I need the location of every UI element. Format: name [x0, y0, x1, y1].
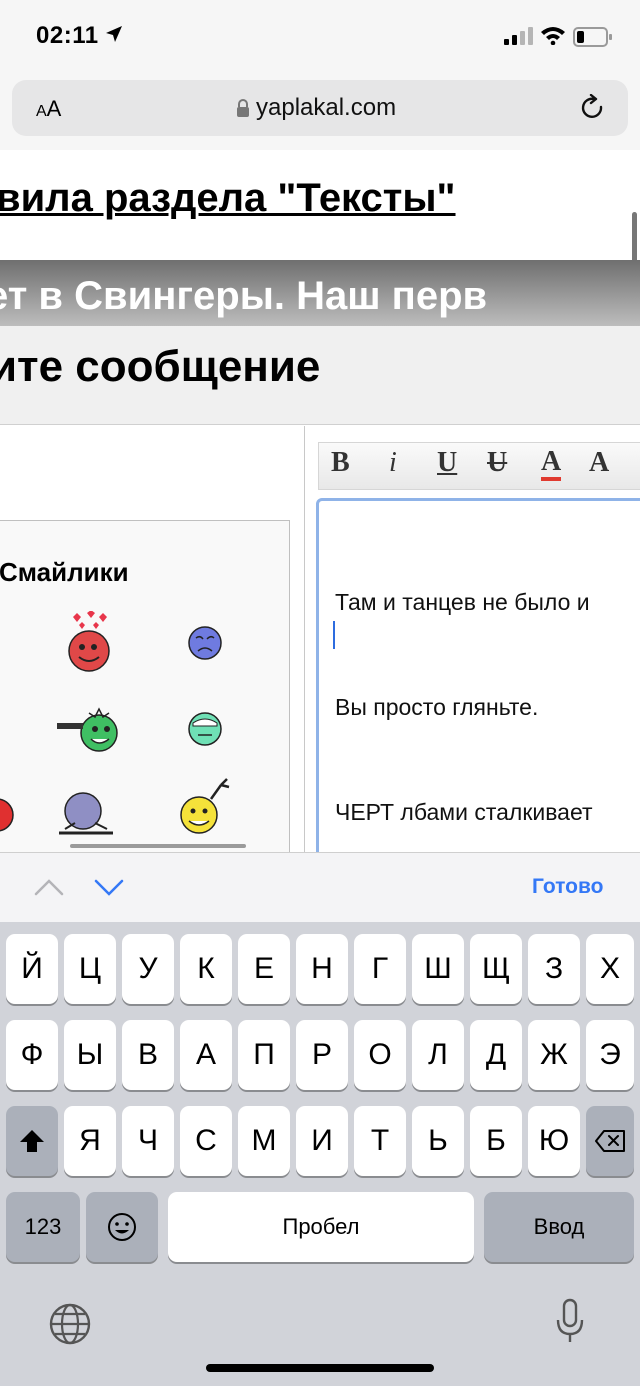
gun-smiley-icon[interactable]	[55, 707, 121, 753]
key[interactable]: И	[296, 1106, 348, 1176]
bold-button[interactable]: B	[331, 447, 350, 479]
cellular-signal-icon	[504, 27, 534, 45]
emoji-key[interactable]	[86, 1192, 158, 1262]
scroll-indicator	[632, 212, 637, 264]
web-page: вила раздела "Тексты" ет в Свингеры. Наш…	[0, 150, 640, 852]
key[interactable]: Ы	[64, 1020, 116, 1090]
key[interactable]: У	[122, 934, 174, 1004]
key[interactable]: А	[180, 1020, 232, 1090]
bowing-smiley-icon[interactable]	[55, 789, 117, 839]
shift-arrow-icon	[20, 1130, 44, 1152]
done-button[interactable]: Готово	[532, 875, 603, 899]
home-indicator	[206, 1364, 434, 1372]
key[interactable]: В	[122, 1020, 174, 1090]
key[interactable]: Р	[296, 1020, 348, 1090]
key[interactable]: Я	[64, 1106, 116, 1176]
globe-icon[interactable]	[48, 1302, 92, 1346]
text-color-button[interactable]: A	[541, 447, 562, 481]
horizontal-scroll-indicator	[70, 844, 246, 848]
key[interactable]: М	[238, 1106, 290, 1176]
message-textarea[interactable]: Там и танцев не было и Вы просто гляньте…	[316, 498, 640, 852]
key[interactable]: Й	[6, 934, 58, 1004]
next-field-chevron-down-icon[interactable]	[94, 877, 124, 897]
message-text[interactable]: Там и танцев не было и Вы просто гляньте…	[335, 515, 593, 852]
topic-title: ет в Свингеры. Наш перв	[0, 274, 488, 318]
key[interactable]: Л	[412, 1020, 464, 1090]
lock-icon	[237, 99, 249, 117]
key[interactable]: Щ	[470, 934, 522, 1004]
status-time: 02:11	[36, 22, 99, 49]
rocker-smiley-icon[interactable]	[175, 777, 233, 837]
wifi-icon	[541, 27, 565, 45]
key[interactable]: Х	[586, 934, 634, 1004]
key[interactable]: Ц	[64, 934, 116, 1004]
microphone-icon[interactable]	[554, 1298, 586, 1344]
aa-small-label: A	[36, 103, 47, 120]
backspace-key[interactable]	[586, 1106, 634, 1176]
reader-text-size-button[interactable]: AA	[36, 96, 61, 122]
reply-title: ите сообщение	[0, 342, 321, 391]
key[interactable]: Ш	[412, 934, 464, 1004]
teal-smiley-icon[interactable]	[187, 711, 223, 747]
key[interactable]: Ь	[412, 1106, 464, 1176]
strikethrough-button[interactable]: U	[487, 447, 507, 479]
red-smiley-partial-icon[interactable]	[0, 797, 15, 833]
numbers-key[interactable]: 123	[6, 1192, 80, 1262]
section-rules-link[interactable]: вила раздела "Тексты"	[0, 176, 456, 221]
keyboard-accessory-bar: Готово	[0, 852, 640, 923]
editor-toolbar: B i U U A A	[318, 442, 640, 490]
underline-button[interactable]: U	[437, 447, 457, 479]
shift-key[interactable]	[6, 1106, 58, 1176]
topic-title-bar: ет в Свингеры. Наш перв	[0, 260, 640, 326]
key[interactable]: Г	[354, 934, 406, 1004]
space-key[interactable]: Пробел	[168, 1192, 474, 1262]
key[interactable]: З	[528, 934, 580, 1004]
in-love-smiley-icon[interactable]	[65, 611, 113, 673]
reload-icon[interactable]	[580, 94, 606, 122]
reply-header: ите сообщение	[0, 326, 640, 425]
key[interactable]: Т	[354, 1106, 406, 1176]
sad-blue-smiley-icon[interactable]	[187, 625, 223, 661]
url-text[interactable]: yaplakal.com	[256, 94, 396, 122]
column-divider	[304, 426, 305, 852]
return-key[interactable]: Ввод	[484, 1192, 634, 1262]
emoji-icon	[108, 1213, 136, 1241]
smiley-panel: Смайлики	[0, 520, 290, 852]
message-line: Вы просто гляньте.	[335, 694, 539, 720]
aa-big-label: A	[46, 96, 62, 121]
key[interactable]: О	[354, 1020, 406, 1090]
message-line: Там и танцев не было и	[335, 589, 590, 615]
italic-button[interactable]: i	[389, 447, 397, 479]
keyboard: Й Ц У К Е Н Г Ш Щ З Х Ф Ы В А П Р О Л Д …	[0, 922, 640, 1386]
previous-field-chevron-up-icon[interactable]	[34, 877, 64, 897]
key[interactable]: Н	[296, 934, 348, 1004]
key[interactable]: Ч	[122, 1106, 174, 1176]
location-arrow-icon	[106, 26, 122, 42]
battery-icon	[573, 27, 612, 47]
message-line: ЧЕРТ лбами сталкивает	[335, 799, 593, 825]
key[interactable]: П	[238, 1020, 290, 1090]
key[interactable]: Д	[470, 1020, 522, 1090]
backspace-icon	[595, 1130, 625, 1152]
key[interactable]: С	[180, 1106, 232, 1176]
key[interactable]: К	[180, 934, 232, 1004]
key[interactable]: Э	[586, 1020, 634, 1090]
key[interactable]: Е	[238, 934, 290, 1004]
smiley-panel-label: Смайлики	[0, 557, 129, 587]
key[interactable]: Ф	[6, 1020, 58, 1090]
key[interactable]: Ж	[528, 1020, 580, 1090]
key[interactable]: Б	[470, 1106, 522, 1176]
text-caret	[333, 621, 335, 649]
key[interactable]: Ю	[528, 1106, 580, 1176]
font-size-button[interactable]: A	[589, 447, 609, 479]
